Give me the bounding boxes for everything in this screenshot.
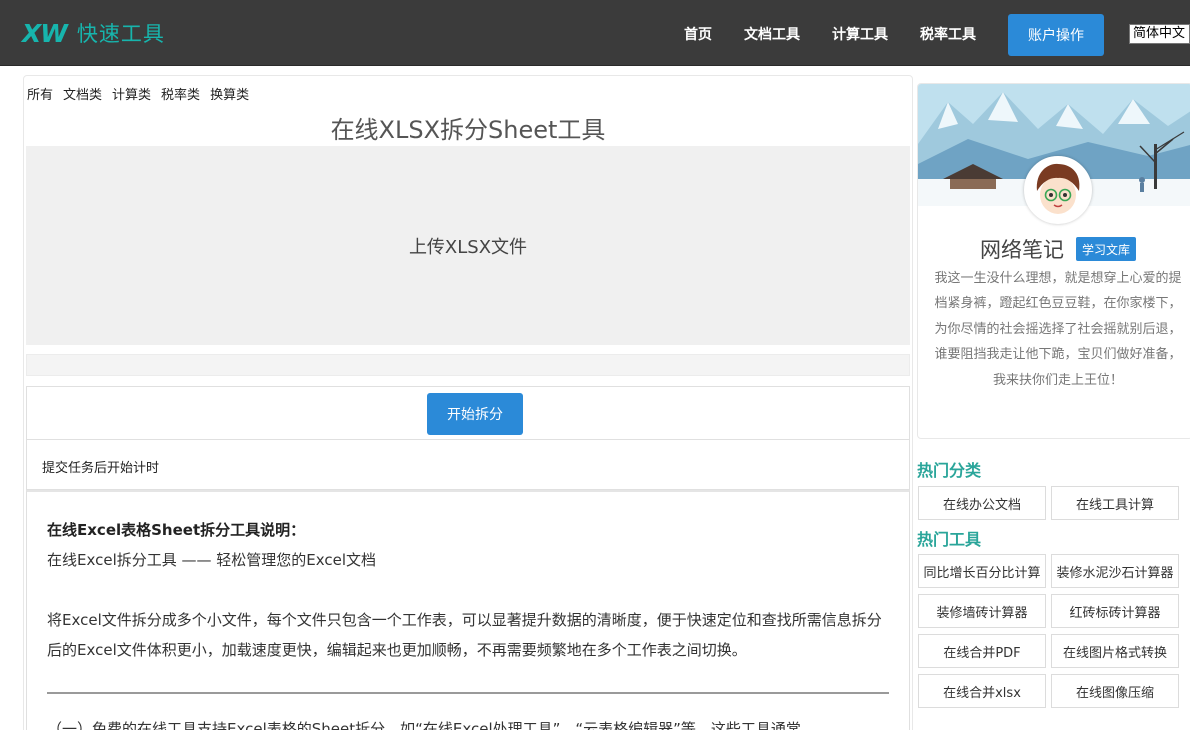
profile-card: 网络笔记 学习文库 我这一生没什么理想，就是想穿上心爱的提档紧身裤，蹬起红色豆豆… [917,83,1190,439]
action-box: 开始拆分 [26,386,910,440]
description-next-line: （一）免费的在线工具支持Excel表格的Sheet拆分，如“在线Excel处理工… [47,720,801,730]
avatar-face-icon [1027,159,1089,221]
status-text: 提交任务后开始计时 [42,461,160,476]
hot-tool-red-brick[interactable]: 红砖标砖计算器 [1051,594,1179,628]
account-button[interactable]: 账户操作 [1008,14,1104,56]
category-all[interactable]: 所有 [27,84,53,103]
hot-category-office[interactable]: 在线办公文档 [918,486,1046,520]
description-subheading: 在线Excel拆分工具 —— 轻松管理您的Excel文档 [47,551,377,569]
nav-calc-tools[interactable]: 计算工具 [832,24,888,44]
avatar [1024,156,1092,224]
category-tax[interactable]: 税率类 [161,84,200,103]
main-panel: 所有 文档类 计算类 税率类 换算类 在线XLSX拆分Sheet工具 上传XLS… [23,75,913,730]
description-heading: 在线Excel表格Sheet拆分工具说明： [47,521,306,539]
site-logo[interactable]: XW 快速工具 [22,18,165,48]
hot-tool-growth-percent[interactable]: 同比增长百分比计算 [918,554,1046,588]
start-split-button[interactable]: 开始拆分 [427,393,523,435]
hot-tools-title: 热门工具 [917,530,982,549]
hot-tool-merge-pdf[interactable]: 在线合并PDF [918,634,1046,668]
hot-categories-title: 热门分类 [917,461,982,480]
status-box: 提交任务后开始计时 [26,440,910,490]
nav-tax-tools[interactable]: 税率工具 [920,24,976,44]
description-divider [47,692,889,694]
description-paragraph: 将Excel文件拆分成多个小文件，每个文件只包含一个工作表，可以显著提升数据的清… [47,611,882,659]
progress-bar [26,354,910,376]
hot-tool-cement-sand[interactable]: 装修水泥沙石计算器 [1051,554,1179,588]
nav-home[interactable]: 首页 [684,24,712,44]
category-calc[interactable]: 计算类 [112,84,151,103]
category-convert[interactable]: 换算类 [210,84,249,103]
hot-tool-image-compress[interactable]: 在线图像压缩 [1051,674,1179,708]
profile-badge[interactable]: 学习文库 [1076,237,1136,261]
nav-doc-tools[interactable]: 文档工具 [744,24,800,44]
upload-dropzone[interactable]: 上传XLSX文件 [26,146,910,345]
hot-tool-wall-tile[interactable]: 装修墙砖计算器 [918,594,1046,628]
upload-label: 上传XLSX文件 [408,236,528,258]
page-title: 在线XLSX拆分Sheet工具 [330,116,606,144]
logo-text: 快速工具 [76,22,165,46]
profile-bio: 我这一生没什么理想，就是想穿上心爱的提档紧身裤，蹬起红色豆豆鞋，在你家楼下，为你… [934,271,1182,388]
category-doc[interactable]: 文档类 [63,84,102,103]
language-select[interactable]: 简体中文 [1129,24,1190,44]
profile-name: 网络笔记 [980,238,1064,262]
hot-tool-merge-xlsx[interactable]: 在线合并xlsx [918,674,1046,708]
description-box: 在线Excel表格Sheet拆分工具说明： 在线Excel拆分工具 —— 轻松管… [26,490,910,730]
hot-tool-image-convert[interactable]: 在线图片格式转换 [1051,634,1179,668]
category-filter: 所有 文档类 计算类 税率类 换算类 [27,84,249,103]
logo-mark: XW [22,18,68,48]
top-header: XW 快速工具 首页 文档工具 计算工具 税率工具 账户操作 简体中文 [0,0,1190,66]
hot-category-tools[interactable]: 在线工具计算 [1051,486,1179,520]
